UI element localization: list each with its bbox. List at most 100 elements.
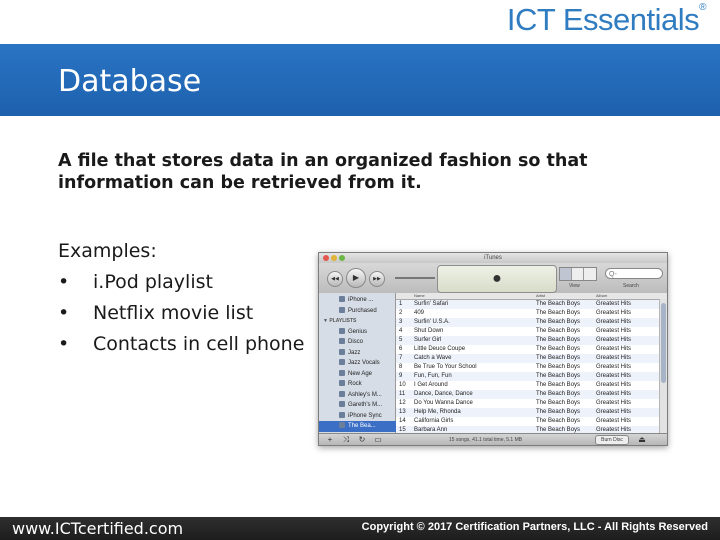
footer-website[interactable]: www.ICTcertified.com bbox=[12, 519, 183, 538]
table-row[interactable]: 15 Barbara Ann The Beach Boys Greatest Hits bbox=[396, 426, 660, 433]
track-album-cell: Greatest Hits bbox=[596, 301, 632, 307]
sidebar-item-label: New Age bbox=[348, 370, 373, 377]
track-album-cell: Greatest Hits bbox=[596, 400, 632, 406]
track-album-cell: Greatest Hits bbox=[596, 418, 632, 424]
sidebar-item-label: Rock bbox=[348, 381, 362, 387]
grid-view-icon[interactable] bbox=[572, 268, 584, 280]
table-row[interactable]: 6 Little Deuce Coupe The Beach Boys Greates… bbox=[396, 345, 660, 354]
volume-slider[interactable] bbox=[395, 277, 435, 279]
example-label: Contacts in cell phone bbox=[93, 333, 305, 355]
table-row[interactable]: 14 California Girls The Beach Boys Greatest… bbox=[396, 417, 660, 426]
search-input[interactable]: Q- bbox=[605, 268, 663, 279]
track-number-cell: 11 bbox=[399, 391, 406, 397]
next-track-button[interactable]: ▶▶ bbox=[369, 271, 385, 287]
track-number-cell: 2 bbox=[399, 310, 403, 316]
track-name-cell: Dance, Dance, Dance bbox=[414, 391, 473, 397]
table-row[interactable]: 9 Fun, Fun, Fun The Beach Boys Greatest Hit… bbox=[396, 372, 660, 381]
track-name-cell: Do You Wanna Dance bbox=[414, 400, 473, 406]
bullet-icon: • bbox=[58, 333, 70, 355]
track-artist-cell: The Beach Boys bbox=[536, 373, 581, 379]
column-header-album[interactable]: Album bbox=[596, 293, 607, 299]
sidebar-item-label: iPhone ... bbox=[348, 297, 374, 303]
brand-logo: ICT Essentials® bbox=[506, 2, 707, 38]
track-number-cell: 10 bbox=[399, 382, 406, 388]
track-number-cell: 7 bbox=[399, 355, 403, 361]
track-album-cell: Greatest Hits bbox=[596, 427, 632, 433]
track-artist-cell: The Beach Boys bbox=[536, 346, 581, 352]
artwork-icon[interactable]: ▭ bbox=[373, 435, 383, 444]
add-playlist-icon[interactable]: + bbox=[325, 435, 335, 444]
table-row[interactable]: 10 I Get Around The Beach Boys Greatest Hit… bbox=[396, 381, 660, 390]
list-view-icon[interactable] bbox=[560, 268, 572, 280]
repeat-icon[interactable]: ↻ bbox=[357, 435, 367, 444]
itunes-toolbar: ◀◀ ▶ ▶▶ ● View Q- Search bbox=[319, 263, 667, 293]
track-name-cell: California Girls bbox=[414, 418, 454, 424]
track-artist-cell: The Beach Boys bbox=[536, 310, 581, 316]
track-table: Name Artist Album 1 Surfin' Safari The Bea… bbox=[396, 293, 667, 433]
shuffle-icon[interactable]: ⤨ bbox=[341, 435, 351, 444]
examples-heading: Examples: bbox=[58, 240, 157, 262]
itunes-window-title: iTunes bbox=[484, 255, 502, 261]
sidebar-item-label: The Bea... bbox=[348, 423, 376, 429]
track-number-cell: 3 bbox=[399, 319, 403, 325]
track-artist-cell: The Beach Boys bbox=[536, 364, 581, 370]
track-album-cell: Greatest Hits bbox=[596, 337, 632, 343]
now-playing-display: ● bbox=[437, 265, 557, 293]
track-number-cell: 1 bbox=[399, 301, 403, 307]
vertical-scrollbar[interactable] bbox=[659, 299, 667, 433]
eject-icon[interactable]: ⏏ bbox=[637, 435, 647, 444]
track-album-cell: Greatest Hits bbox=[596, 310, 632, 316]
track-album-cell: Greatest Hits bbox=[596, 409, 632, 415]
definition-text: A file that stores data in an organized … bbox=[58, 151, 588, 193]
column-header-name[interactable]: Name bbox=[414, 293, 425, 299]
sidebar-item-label: Jazz Vocals bbox=[348, 360, 380, 366]
title-banner: Database bbox=[0, 44, 720, 116]
sidebar-item-label: Purchased bbox=[348, 307, 377, 314]
table-row[interactable]: 13 Help Me, Rhonda The Beach Boys Greatest … bbox=[396, 408, 660, 417]
burn-disc-button[interactable]: Burn Disc bbox=[595, 435, 629, 445]
logo-text: ICT Essentials bbox=[506, 2, 700, 37]
playlist-icon bbox=[339, 369, 345, 376]
table-row[interactable]: 12 Do You Wanna Dance The Beach Boys Greate… bbox=[396, 399, 660, 408]
view-switcher[interactable] bbox=[559, 267, 597, 281]
scrollbar-thumb[interactable] bbox=[661, 303, 666, 383]
track-album-cell: Greatest Hits bbox=[596, 319, 632, 325]
track-number-cell: 5 bbox=[399, 337, 403, 343]
track-number-cell: 15 bbox=[399, 427, 406, 433]
track-artist-cell: The Beach Boys bbox=[536, 301, 581, 307]
table-row[interactable]: 4 Shut Down The Beach Boys Greatest Hits bbox=[396, 327, 660, 336]
top-strip: ICT Essentials® bbox=[0, 0, 720, 44]
footer-bar: www.ICTcertified.com Copyright © 2017 Ce… bbox=[0, 517, 720, 540]
track-album-cell: Greatest Hits bbox=[596, 373, 632, 379]
table-row[interactable]: 2 409 The Beach Boys Greatest Hits bbox=[396, 309, 660, 318]
track-number-cell: 13 bbox=[399, 409, 406, 415]
track-artist-cell: The Beach Boys bbox=[536, 382, 581, 388]
table-row[interactable]: 1 Surfin' Safari The Beach Boys Greatest Hi… bbox=[396, 300, 660, 309]
playlist-icon bbox=[339, 338, 345, 345]
table-row[interactable]: 7 Catch a Wave The Beach Boys Greatest Hits bbox=[396, 354, 660, 363]
coverflow-view-icon[interactable] bbox=[584, 268, 596, 280]
track-artist-cell: The Beach Boys bbox=[536, 418, 581, 424]
example-item: • i.Pod playlist bbox=[58, 267, 304, 298]
play-button[interactable]: ▶ bbox=[346, 268, 366, 288]
track-album-cell: Greatest Hits bbox=[596, 328, 632, 334]
track-name-cell: Shut Down bbox=[414, 328, 444, 334]
track-name-cell: Little Deuce Coupe bbox=[414, 346, 466, 352]
itunes-window-screenshot: iTunes ◀◀ ▶ ▶▶ ● View Q- Search iPhone .… bbox=[318, 252, 668, 446]
column-header-artist[interactable]: Artist bbox=[536, 293, 545, 299]
table-row[interactable]: 8 Be True To Your School The Beach Boys Gre… bbox=[396, 363, 660, 372]
playlist-icon bbox=[339, 306, 345, 313]
track-rows: 1 Surfin' Safari The Beach Boys Greatest Hi… bbox=[396, 300, 660, 433]
track-album-cell: Greatest Hits bbox=[596, 346, 632, 352]
example-item: • Netflix movie list bbox=[58, 298, 304, 329]
table-row[interactable]: 11 Dance, Dance, Dance The Beach Boys Great… bbox=[396, 390, 660, 399]
track-album-cell: Greatest Hits bbox=[596, 355, 632, 361]
sidebar-item-label: ▼ PLAYLISTS bbox=[323, 318, 357, 324]
table-row[interactable]: 3 Surfin' U.S.A. The Beach Boys Greatest Hi… bbox=[396, 318, 660, 327]
track-name-cell: Be True To Your School bbox=[414, 364, 477, 370]
previous-track-button[interactable]: ◀◀ bbox=[327, 271, 343, 287]
track-name-cell: Surfer Girl bbox=[414, 337, 442, 343]
table-row[interactable]: 5 Surfer Girl The Beach Boys Greatest Hits bbox=[396, 336, 660, 345]
library-status: 15 songs, 41.1 total time, 5.1 MB bbox=[449, 437, 523, 443]
example-label: i.Pod playlist bbox=[93, 271, 213, 293]
